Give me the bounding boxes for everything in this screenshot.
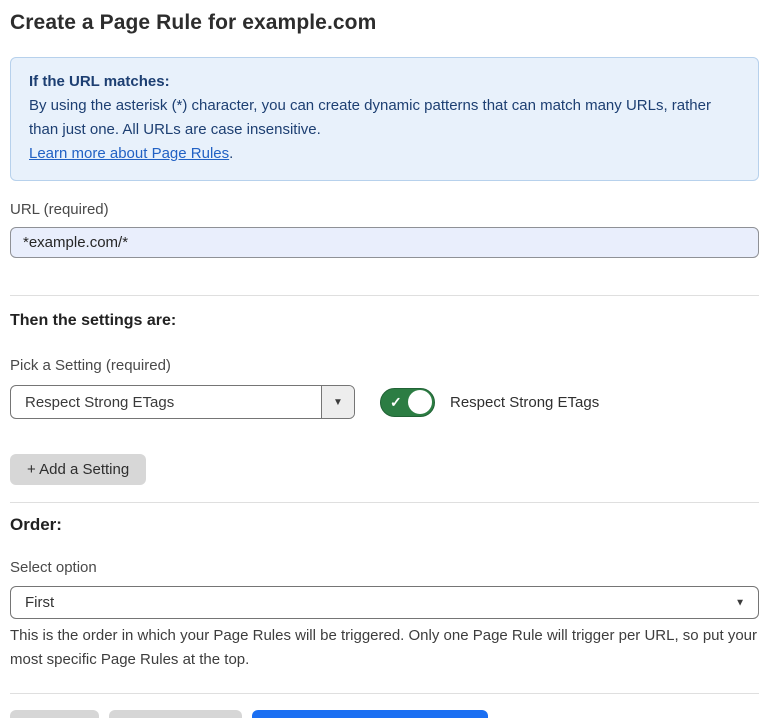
toggle-label: Respect Strong ETags [450, 394, 599, 411]
add-setting-button[interactable]: + Add a Setting [10, 454, 146, 485]
order-section-heading: Order: [10, 515, 759, 535]
info-box-link-line: Learn more about Page Rules. [29, 142, 740, 166]
save-and-deploy-button[interactable]: Save and Deploy Page Rule [252, 710, 488, 718]
url-input[interactable] [10, 227, 759, 258]
url-field-label: URL (required) [10, 200, 759, 219]
section-divider [10, 502, 759, 503]
setting-select-value: Respect Strong ETags [11, 386, 321, 418]
setting-select-arrow-box[interactable]: ▼ [321, 386, 354, 418]
learn-more-link[interactable]: Learn more about Page Rules [29, 145, 229, 162]
chevron-down-icon: ▼ [333, 397, 343, 408]
info-box-heading: If the URL matches: [29, 70, 740, 94]
toggle-knob [408, 390, 432, 414]
section-divider [10, 295, 759, 296]
setting-select[interactable]: Respect Strong ETags ▼ [10, 385, 355, 419]
page-title: Create a Page Rule for example.com [10, 10, 759, 36]
order-help-text: This is the order in which your Page Rul… [10, 624, 759, 672]
setting-picker-label: Pick a Setting (required) [10, 356, 759, 375]
info-box-body: By using the asterisk (*) character, you… [29, 94, 740, 142]
respect-strong-etags-toggle[interactable]: ✓ [380, 388, 435, 417]
order-select-label: Select option [10, 558, 759, 577]
check-icon: ✓ [390, 395, 402, 409]
settings-section-heading: Then the settings are: [10, 311, 759, 331]
link-suffix: . [229, 145, 233, 162]
create-page-rule-form: Create a Page Rule for example.com If th… [0, 0, 769, 718]
footer-actions: Cancel Save as Draft Save and Deploy Pag… [10, 710, 759, 718]
setting-row: Respect Strong ETags ▼ ✓ Respect Strong … [10, 385, 759, 419]
url-match-info-box: If the URL matches: By using the asteris… [10, 57, 759, 181]
cancel-button[interactable]: Cancel [10, 710, 99, 718]
chevron-down-icon: ▼ [735, 597, 745, 608]
order-select[interactable]: First ▼ [10, 586, 759, 619]
save-as-draft-button[interactable]: Save as Draft [109, 710, 242, 718]
order-select-value: First [25, 594, 54, 611]
footer-divider [10, 693, 759, 694]
